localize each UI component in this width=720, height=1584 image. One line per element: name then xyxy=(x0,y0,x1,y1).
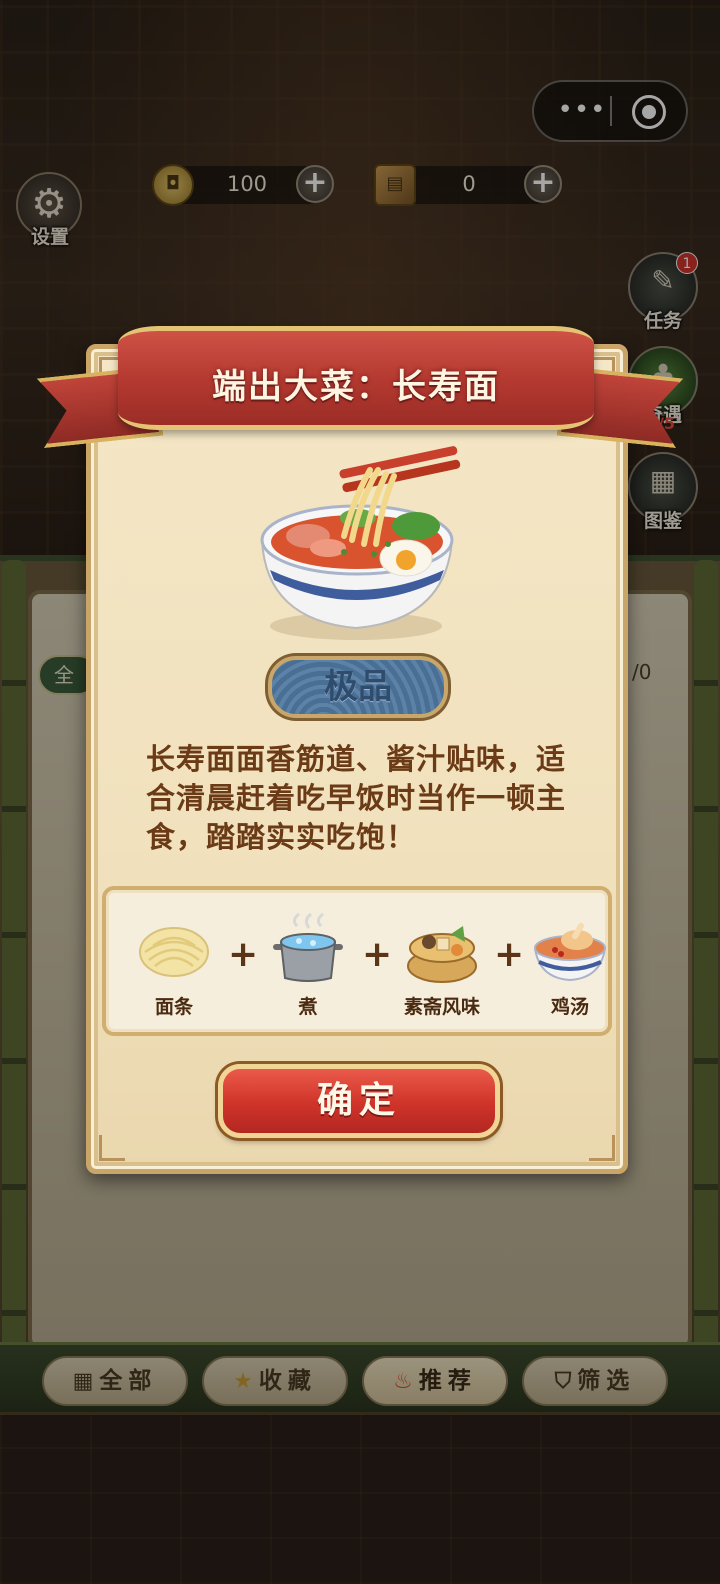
ingredient-name: 煮 xyxy=(298,996,318,1018)
dish-description: 长寿面面香筋道、酱汁贴味，适合清晨赶着吃早饭时当作一顿主食，踏踏实实吃饱！ xyxy=(146,742,567,854)
ingredient-name: 素斋风味 xyxy=(403,996,480,1018)
grade-badge: 极品 xyxy=(268,656,448,718)
chicken-soup-icon xyxy=(533,922,607,982)
dialog-title: 端出大菜：长寿面 xyxy=(212,367,500,407)
ingredient-noodles: 面条 xyxy=(126,912,222,1019)
corner-ornament xyxy=(589,1135,615,1161)
corner-ornament xyxy=(99,1135,125,1161)
recipe-strip: 面条 + 煮 + 素斋风味 + 鸡汤 xyxy=(102,886,612,1036)
ingredient-boil: 煮 xyxy=(260,912,356,1019)
boil-pot-icon xyxy=(273,912,343,982)
noodles-icon xyxy=(139,927,209,977)
vegetarian-basket-icon xyxy=(407,926,477,983)
plus-sign: + xyxy=(362,934,393,975)
confirm-button-label: 确定 xyxy=(316,1079,401,1121)
confirm-button[interactable]: 确定 xyxy=(218,1064,500,1138)
ingredient-chicken-soup: 鸡汤 xyxy=(522,912,618,1019)
ingredient-name: 面条 xyxy=(154,996,193,1018)
ingredient-vegetarian: 素斋风味 xyxy=(394,912,490,1019)
ingredient-name: 鸡汤 xyxy=(550,996,589,1018)
grade-label: 极品 xyxy=(324,667,392,707)
plus-sign: + xyxy=(228,934,259,975)
title-ribbon: 端出大菜：长寿面 xyxy=(118,326,594,430)
plus-sign: + xyxy=(494,934,525,975)
longevity-noodles-icon xyxy=(260,446,461,640)
